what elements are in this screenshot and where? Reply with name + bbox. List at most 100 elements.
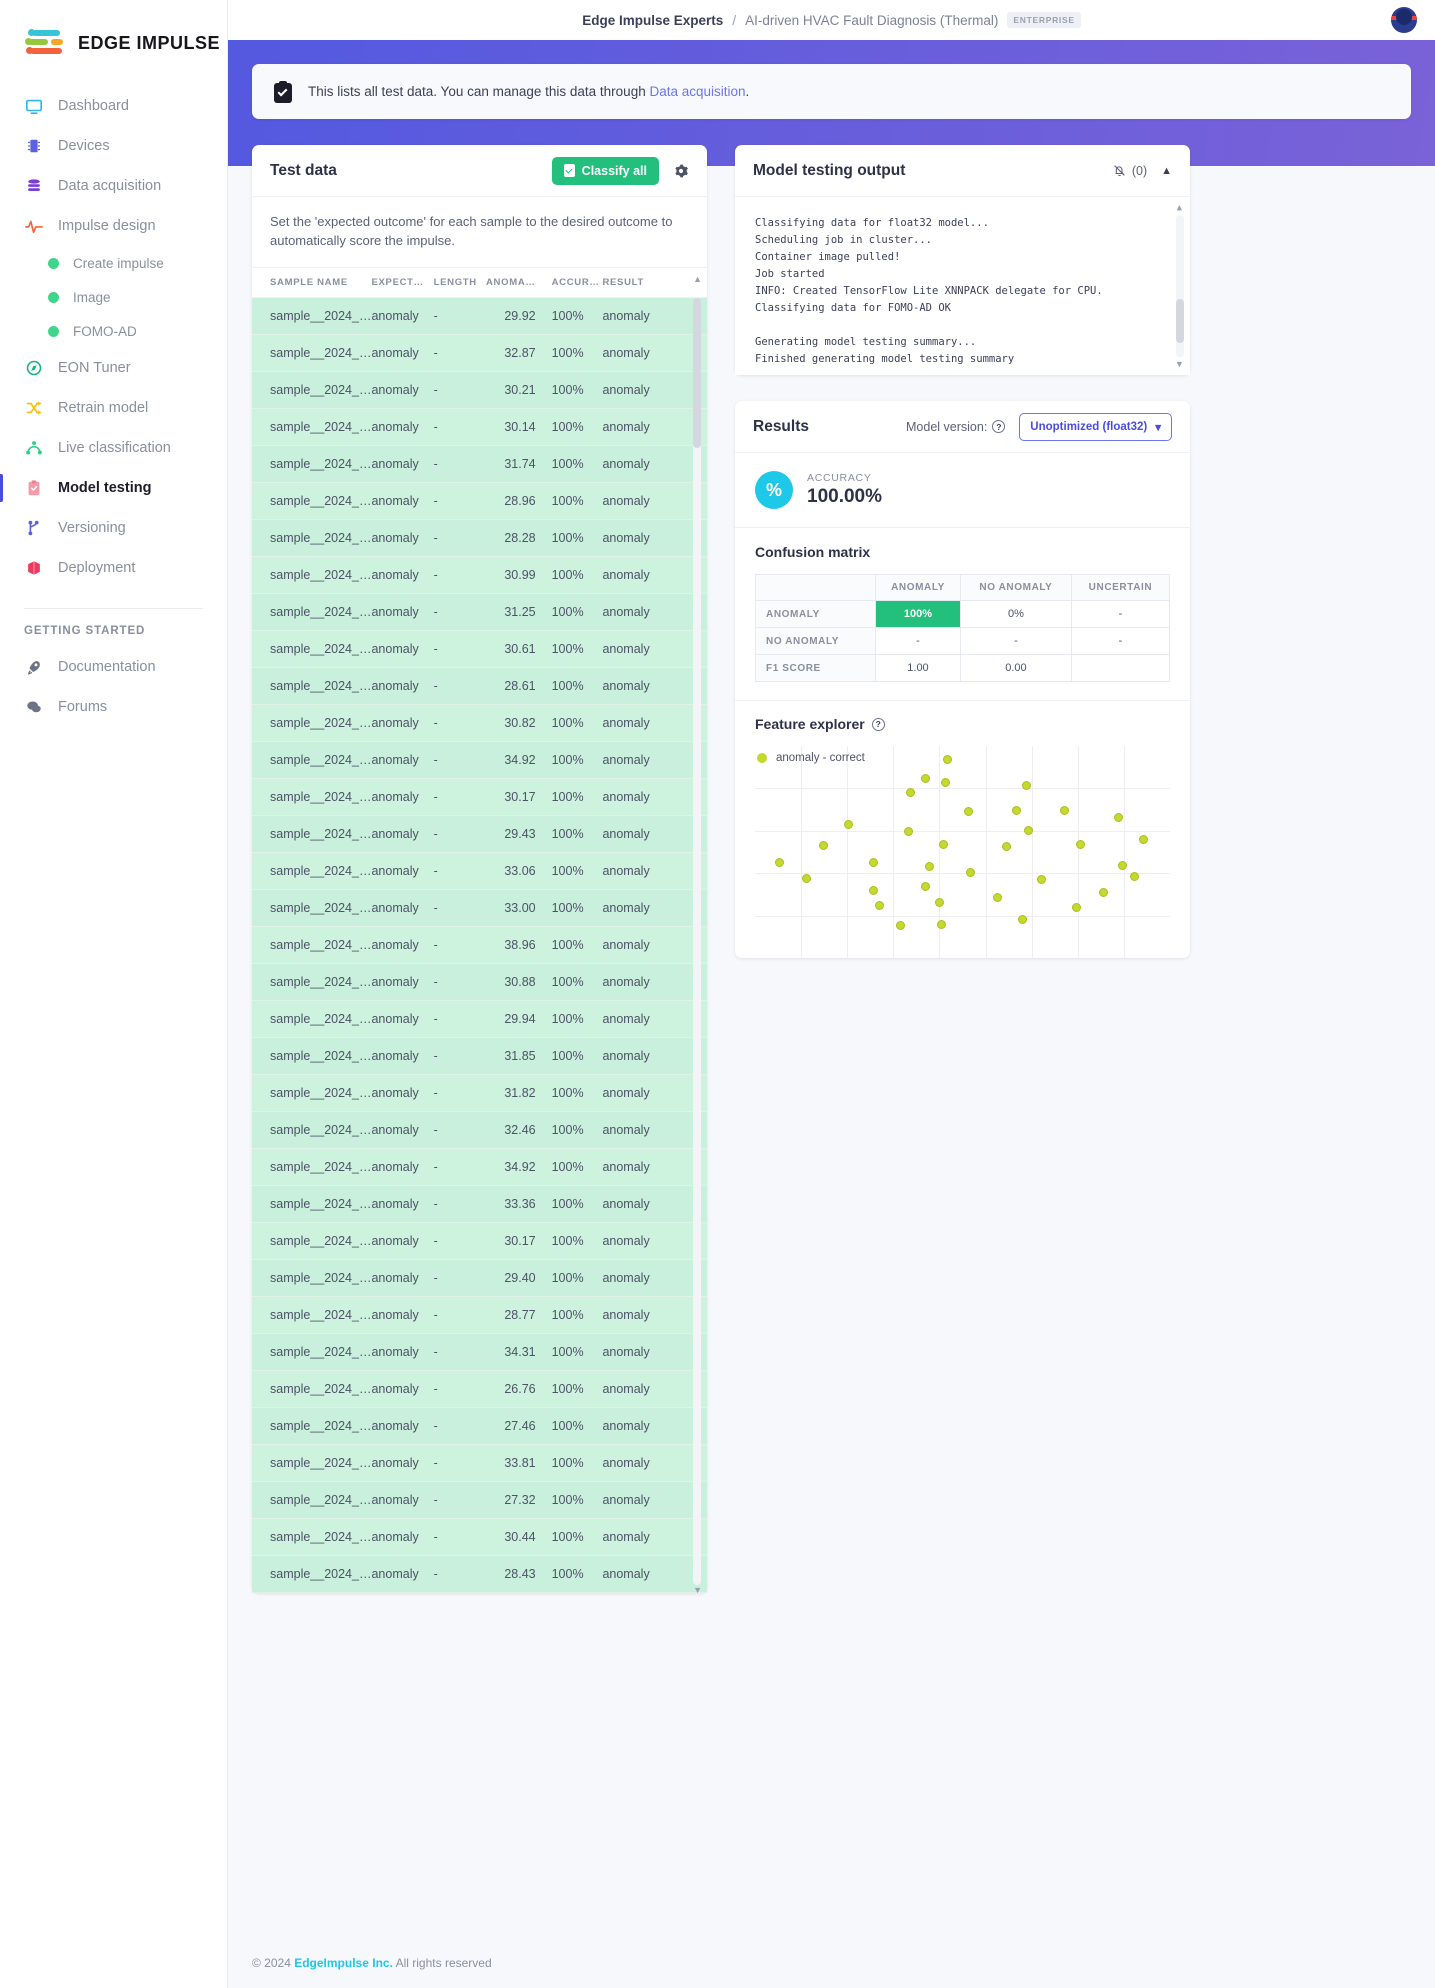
console-output[interactable]: Classifying data for float32 model...Sch… bbox=[735, 197, 1190, 375]
sidebar-subitem-create-impulse[interactable]: Create impulse bbox=[0, 246, 227, 280]
sidebar-item-eon-tuner[interactable]: EON Tuner bbox=[0, 348, 227, 388]
table-row[interactable]: sample__2024_…anomaly-28.28100%anomaly⋮ bbox=[252, 519, 707, 556]
sidebar-item-impulse-design[interactable]: Impulse design bbox=[0, 206, 227, 246]
scatter-point[interactable] bbox=[1076, 840, 1085, 849]
sidebar-item-forums[interactable]: Forums bbox=[0, 687, 227, 727]
table-row[interactable]: sample__2024_…anomaly-28.61100%anomaly⋮ bbox=[252, 667, 707, 704]
sidebar-subitem-image[interactable]: Image bbox=[0, 280, 227, 314]
scatter-point[interactable] bbox=[1060, 806, 1069, 815]
collapse-console-button[interactable]: ▲ bbox=[1161, 165, 1172, 177]
table-row[interactable]: sample__2024_…anomaly-32.46100%anomaly⋮ bbox=[252, 1111, 707, 1148]
scatter-point[interactable] bbox=[1002, 842, 1011, 851]
scatter-point[interactable] bbox=[896, 921, 905, 930]
scatter-point[interactable] bbox=[1118, 861, 1127, 870]
table-row[interactable]: sample__2024_…anomaly-32.87100%anomaly⋮ bbox=[252, 334, 707, 371]
table-row[interactable]: sample__2024_…anomaly-34.31100%anomaly⋮ bbox=[252, 1333, 707, 1370]
data-acquisition-link[interactable]: Data acquisition bbox=[649, 84, 745, 99]
sidebar-subitem-fomo-ad[interactable]: FOMO-AD bbox=[0, 314, 227, 348]
scatter-point[interactable] bbox=[966, 868, 975, 877]
table-row[interactable]: sample__2024_…anomaly-28.43100%anomaly⋮ bbox=[252, 1555, 707, 1592]
table-row[interactable]: sample__2024_…anomaly-27.32100%anomaly⋮ bbox=[252, 1481, 707, 1518]
help-icon[interactable]: ? bbox=[992, 420, 1005, 433]
scatter-point[interactable] bbox=[1099, 888, 1108, 897]
sidebar-item-dashboard[interactable]: Dashboard bbox=[0, 86, 227, 126]
table-row[interactable]: sample__2024_…anomaly-34.92100%anomaly⋮ bbox=[252, 741, 707, 778]
classify-all-button[interactable]: Classify all bbox=[552, 157, 659, 185]
table-row[interactable]: sample__2024_…anomaly-34.92100%anomaly⋮ bbox=[252, 1148, 707, 1185]
scatter-point[interactable] bbox=[775, 858, 784, 867]
scatter-point[interactable] bbox=[802, 874, 811, 883]
table-row[interactable]: sample__2024_…anomaly-31.82100%anomaly⋮ bbox=[252, 1074, 707, 1111]
table-row[interactable]: sample__2024_…anomaly-31.25100%anomaly⋮ bbox=[252, 593, 707, 630]
table-row[interactable]: sample__2024_…anomaly-30.82100%anomaly⋮ bbox=[252, 704, 707, 741]
console-scrollbar-thumb[interactable] bbox=[1176, 299, 1184, 343]
sidebar-item-retrain-model[interactable]: Retrain model bbox=[0, 388, 227, 428]
col-accuracy[interactable]: ACCUR… bbox=[552, 268, 603, 298]
sidebar-item-versioning[interactable]: Versioning bbox=[0, 508, 227, 548]
table-row[interactable]: sample__2024_…anomaly-30.61100%anomaly⋮ bbox=[252, 630, 707, 667]
avatar[interactable] bbox=[1391, 7, 1417, 33]
table-scrollbar-thumb[interactable] bbox=[693, 298, 701, 448]
console-scroll-up[interactable]: ▲ bbox=[1177, 201, 1182, 216]
table-row[interactable]: sample__2024_…anomaly-30.17100%anomaly⋮ bbox=[252, 1222, 707, 1259]
scroll-up-arrow[interactable]: ▲ bbox=[693, 274, 702, 284]
console-scrollbar[interactable] bbox=[1176, 215, 1184, 357]
scatter-point[interactable] bbox=[941, 778, 950, 787]
scatter-point[interactable] bbox=[904, 827, 913, 836]
scatter-point[interactable] bbox=[906, 788, 915, 797]
scatter-point[interactable] bbox=[819, 841, 828, 850]
table-row[interactable]: sample__2024_…anomaly-29.40100%anomaly⋮ bbox=[252, 1259, 707, 1296]
scatter-point[interactable] bbox=[869, 886, 878, 895]
table-row[interactable]: sample__2024_…anomaly-30.14100%anomaly⋮ bbox=[252, 408, 707, 445]
table-row[interactable]: sample__2024_…anomaly-28.96100%anomaly⋮ bbox=[252, 482, 707, 519]
sidebar-item-documentation[interactable]: Documentation bbox=[0, 647, 227, 687]
scatter-point[interactable] bbox=[1130, 872, 1139, 881]
table-row[interactable]: sample__2024_…anomaly-33.06100%anomaly⋮ bbox=[252, 852, 707, 889]
col-sample-name[interactable]: SAMPLE NAME bbox=[252, 268, 371, 298]
table-row[interactable]: sample__2024_…anomaly-31.85100%anomaly⋮ bbox=[252, 1037, 707, 1074]
sidebar-item-deployment[interactable]: Deployment bbox=[0, 548, 227, 588]
scatter-point[interactable] bbox=[1114, 813, 1123, 822]
help-icon[interactable]: ? bbox=[872, 718, 885, 731]
table-row[interactable]: sample__2024_…anomaly-33.00100%anomaly⋮ bbox=[252, 889, 707, 926]
sidebar-item-live-classification[interactable]: Live classification bbox=[0, 428, 227, 468]
console-scroll-down[interactable]: ▼ bbox=[1177, 358, 1182, 373]
table-row[interactable]: sample__2024_…anomaly-28.77100%anomaly⋮ bbox=[252, 1296, 707, 1333]
model-version-select[interactable]: Unoptimized (float32) ▾ bbox=[1019, 413, 1172, 441]
scatter-point[interactable] bbox=[1022, 781, 1031, 790]
scatter-point[interactable] bbox=[1012, 806, 1021, 815]
col-anomaly[interactable]: ANOMA… bbox=[486, 268, 552, 298]
scatter-point[interactable] bbox=[869, 858, 878, 867]
table-row[interactable]: sample__2024_…anomaly-26.76100%anomaly⋮ bbox=[252, 1370, 707, 1407]
sidebar-item-data-acquisition[interactable]: Data acquisition bbox=[0, 166, 227, 206]
scatter-point[interactable] bbox=[844, 820, 853, 829]
table-row[interactable]: sample__2024_…anomaly-30.88100%anomaly⋮ bbox=[252, 963, 707, 1000]
table-row[interactable]: sample__2024_…anomaly-29.94100%anomaly⋮ bbox=[252, 1000, 707, 1037]
gear-icon[interactable] bbox=[673, 163, 689, 179]
scatter-point[interactable] bbox=[925, 862, 934, 871]
table-row[interactable]: sample__2024_…anomaly-29.43100%anomaly⋮ bbox=[252, 815, 707, 852]
scatter-point[interactable] bbox=[1018, 915, 1027, 924]
sidebar-item-devices[interactable]: Devices bbox=[0, 126, 227, 166]
scatter-point[interactable] bbox=[1037, 875, 1046, 884]
scatter-point[interactable] bbox=[943, 755, 952, 764]
scatter-point[interactable] bbox=[937, 920, 946, 929]
table-row[interactable]: sample__2024_…anomaly-38.96100%anomaly⋮ bbox=[252, 926, 707, 963]
scatter-point[interactable] bbox=[964, 807, 973, 816]
scatter-point[interactable] bbox=[921, 882, 930, 891]
table-row[interactable]: sample__2024_…anomaly-30.99100%anomaly⋮ bbox=[252, 556, 707, 593]
col-result[interactable]: RESULT bbox=[602, 268, 681, 298]
scatter-point[interactable] bbox=[921, 774, 930, 783]
scroll-down-arrow[interactable]: ▼ bbox=[693, 1585, 702, 1595]
footer-brand[interactable]: EdgeImpulse Inc. bbox=[294, 1956, 393, 1970]
logo[interactable]: EDGE IMPULSE bbox=[0, 18, 227, 86]
breadcrumb-project[interactable]: AI-driven HVAC Fault Diagnosis (Thermal) bbox=[745, 13, 998, 28]
table-row[interactable]: sample__2024_…anomaly-33.36100%anomaly⋮ bbox=[252, 1185, 707, 1222]
table-row[interactable]: sample__2024_…anomaly-29.92100%anomaly⋮ bbox=[252, 297, 707, 334]
table-row[interactable]: sample__2024_…anomaly-33.81100%anomaly⋮ bbox=[252, 1444, 707, 1481]
table-row[interactable]: sample__2024_…anomaly-30.21100%anomaly⋮ bbox=[252, 371, 707, 408]
table-scrollbar[interactable] bbox=[693, 298, 701, 1585]
scatter-point[interactable] bbox=[935, 898, 944, 907]
table-row[interactable]: sample__2024_…anomaly-30.44100%anomaly⋮ bbox=[252, 1518, 707, 1555]
table-row[interactable]: sample__2024_…anomaly-27.46100%anomaly⋮ bbox=[252, 1407, 707, 1444]
